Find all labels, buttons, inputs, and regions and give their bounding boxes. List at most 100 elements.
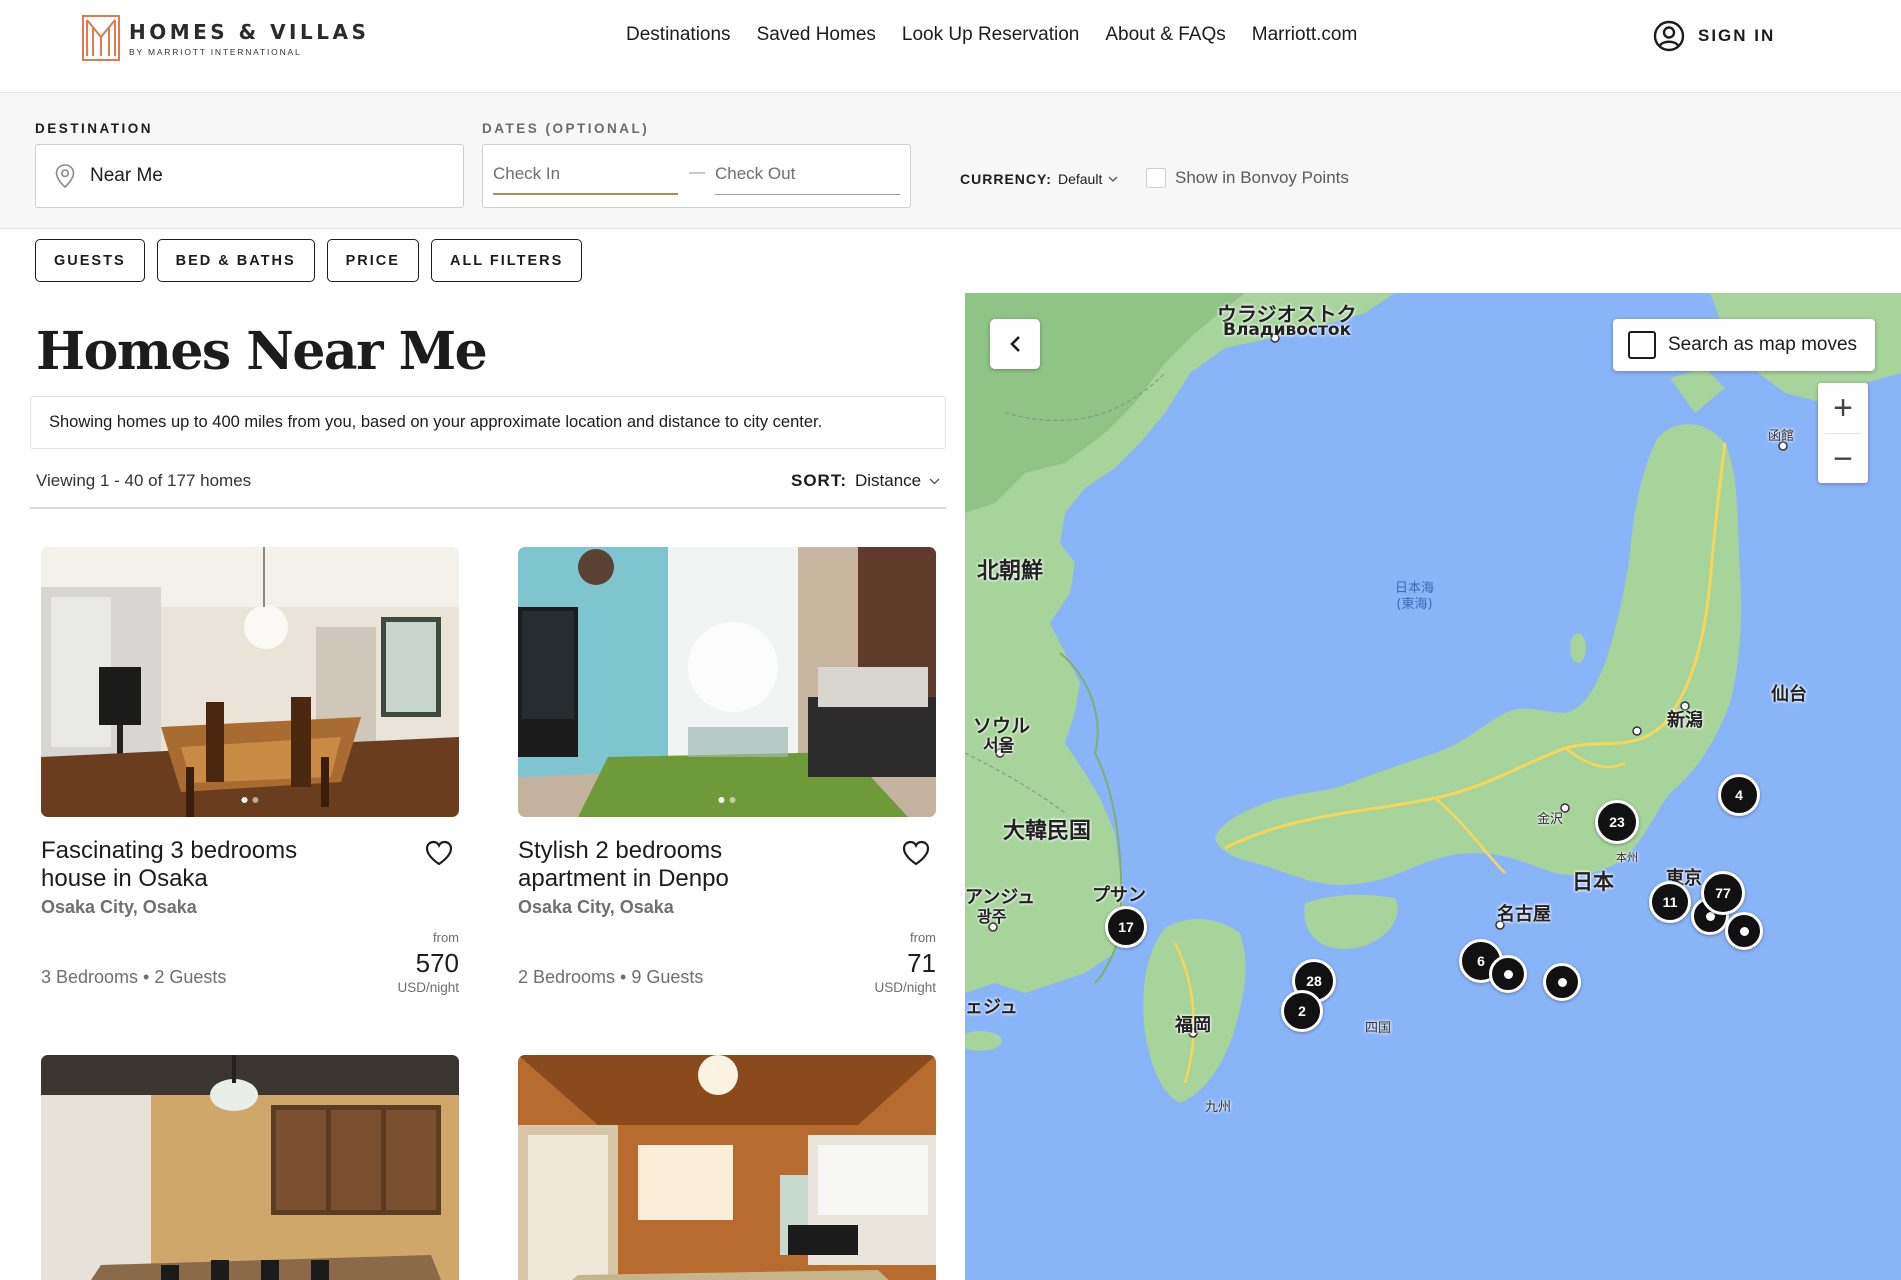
map-label-busan: プサン <box>1092 885 1146 906</box>
nav-destinations[interactable]: Destinations <box>626 24 731 46</box>
map-single-marker[interactable] <box>1725 912 1763 950</box>
listing-details: 3 Bedrooms • 2 Guests <box>41 967 227 987</box>
photo-carousel-dots[interactable] <box>241 797 259 803</box>
map-cluster-marker[interactable]: 11 <box>1649 881 1691 923</box>
map-label-honshu: 本州 <box>1616 851 1638 864</box>
destination-label: DESTINATION <box>35 121 153 136</box>
price-filter-button[interactable]: PRICE <box>326 239 419 282</box>
map-cluster-marker[interactable]: 17 <box>1105 906 1147 948</box>
zoom-out-button[interactable]: − <box>1818 434 1868 484</box>
bonvoy-checkbox[interactable] <box>1146 168 1166 188</box>
listing-price: 570 <box>415 948 459 978</box>
chevron-down-icon <box>929 478 940 484</box>
location-pin-icon <box>55 164 75 189</box>
sea-of-japan-line2: (東海) <box>1396 597 1433 612</box>
zoom-in-button[interactable]: + <box>1818 383 1868 433</box>
listing-card[interactable] <box>41 1055 459 1280</box>
sign-in-button[interactable]: SIGN IN <box>1653 20 1775 52</box>
photo-carousel-dots[interactable] <box>718 797 736 803</box>
listing-location: Osaka City, Osaka <box>41 897 197 917</box>
map-single-marker[interactable] <box>1543 963 1581 1001</box>
currency-dropdown[interactable]: CURRENCY: Default <box>960 171 1118 187</box>
results-map[interactable]: ウラジオストク Владивосток 北朝鮮 日本海 (東海) ソウル 서울 … <box>965 293 1901 1280</box>
currency-value: Default <box>1057 171 1103 187</box>
sort-value: Distance <box>855 471 922 490</box>
nav-look-up-reservation[interactable]: Look Up Reservation <box>902 24 1079 46</box>
tatami-room-photo <box>518 1055 936 1280</box>
listing-photo[interactable] <box>41 547 459 817</box>
sea-of-japan-line1: 日本海 <box>1395 581 1435 596</box>
search-as-map-moves-checkbox[interactable] <box>1628 331 1656 359</box>
bonvoy-label: Show in Bonvoy Points <box>1175 168 1349 187</box>
destination-value: Near Me <box>90 165 163 186</box>
map-label-japan: 日本 <box>1572 870 1614 894</box>
results-list: Homes Near Me Showing homes up to 400 mi… <box>0 293 965 1280</box>
listing-price: 71 <box>907 948 936 978</box>
site-header: HOMES & VILLAS BY MARRIOTT INTERNATIONAL… <box>0 0 1901 93</box>
listing-card[interactable]: Fascinating 3 bedrooms house in Osaka Os… <box>41 547 459 995</box>
map-label-kyushu: 九州 <box>1205 1100 1232 1115</box>
sort-label: SORT: <box>791 471 847 490</box>
listing-photo[interactable] <box>41 1055 459 1280</box>
map-canvas <box>965 293 1901 1280</box>
map-cluster-marker[interactable]: 23 <box>1595 800 1639 844</box>
living-room-photo <box>518 547 936 817</box>
bed-baths-filter-button[interactable]: BED & BATHS <box>156 239 315 282</box>
collapse-map-button[interactable] <box>990 319 1040 369</box>
map-label-kanazawa: 金沢 <box>1537 812 1564 827</box>
listing-card[interactable] <box>518 1055 936 1280</box>
dining-area-photo <box>41 1055 459 1280</box>
listing-title[interactable]: Fascinating 3 bedrooms house in Osaka <box>41 837 341 893</box>
chevron-left-icon <box>1010 336 1020 352</box>
sign-in-label: SIGN IN <box>1698 26 1776 45</box>
date-separator: — <box>689 164 705 181</box>
brand-subtitle: BY MARRIOTT INTERNATIONAL <box>129 46 302 57</box>
price-unit: USD/night <box>874 980 936 995</box>
results-count: Viewing 1 - 40 of 177 homes <box>36 471 252 490</box>
currency-label: CURRENCY: <box>960 171 1052 187</box>
dates-label: DATES (OPTIONAL) <box>482 121 650 136</box>
chevron-down-icon <box>1108 176 1118 182</box>
map-cluster-marker[interactable]: 2 <box>1281 990 1323 1032</box>
map-label-jeju: ェジュ <box>965 997 1018 1018</box>
map-single-marker[interactable] <box>1489 955 1527 993</box>
listing-photo[interactable] <box>518 547 936 817</box>
user-avatar-icon <box>1653 20 1685 52</box>
save-heart-icon[interactable] <box>424 839 454 867</box>
listing-card[interactable]: Stylish 2 bedrooms apartment in Denpo Os… <box>518 547 936 995</box>
map-cluster-marker[interactable]: 77 <box>1701 871 1745 915</box>
price-from-label: from <box>433 930 459 945</box>
nav-marriott-com[interactable]: Marriott.com <box>1252 24 1358 46</box>
sort-dropdown[interactable]: SORT: Distance <box>791 471 940 491</box>
map-cluster-marker[interactable]: 4 <box>1718 774 1760 816</box>
check-out-input[interactable]: Check Out <box>715 161 900 195</box>
price-unit: USD/night <box>397 980 459 995</box>
map-label-gwangju-ko: 광주 <box>977 907 1007 926</box>
map-label-seoul-ko: 서울 <box>983 736 1015 756</box>
save-heart-icon[interactable] <box>901 839 931 867</box>
dining-room-photo <box>41 547 459 817</box>
guests-filter-button[interactable]: GUESTS <box>35 239 145 282</box>
search-bar: DESTINATION Near Me DATES (OPTIONAL) Che… <box>0 93 1901 229</box>
brand-logo[interactable]: HOMES & VILLAS BY MARRIOTT INTERNATIONAL <box>82 15 369 61</box>
main-nav: Destinations Saved Homes Look Up Reserva… <box>626 24 1383 46</box>
listing-location: Osaka City, Osaka <box>518 897 674 917</box>
zoom-controls: + − <box>1818 383 1868 483</box>
nav-saved-homes[interactable]: Saved Homes <box>757 24 876 46</box>
list-divider <box>30 507 946 509</box>
search-as-map-moves-toggle[interactable]: Search as map moves <box>1613 319 1875 371</box>
map-label-nagoya: 名古屋 <box>1497 904 1551 925</box>
map-label-niigata: 新潟 <box>1667 710 1703 731</box>
check-in-input[interactable]: Check In <box>493 161 678 195</box>
listing-title[interactable]: Stylish 2 bedrooms apartment in Denpo <box>518 837 818 893</box>
price-from-label: from <box>910 930 936 945</box>
listing-photo[interactable] <box>518 1055 936 1280</box>
all-filters-button[interactable]: ALL FILTERS <box>430 239 583 282</box>
destination-field[interactable]: Near Me <box>35 144 464 208</box>
search-as-map-moves-label: Search as map moves <box>1668 334 1858 355</box>
page-title: Homes Near Me <box>36 321 488 382</box>
bonvoy-points-toggle[interactable]: Show in Bonvoy Points <box>1146 168 1349 188</box>
nav-about-faqs[interactable]: About & FAQs <box>1105 24 1225 46</box>
dates-field: Check In — Check Out <box>482 144 911 208</box>
map-label-hakodate: 函館 <box>1768 429 1795 444</box>
